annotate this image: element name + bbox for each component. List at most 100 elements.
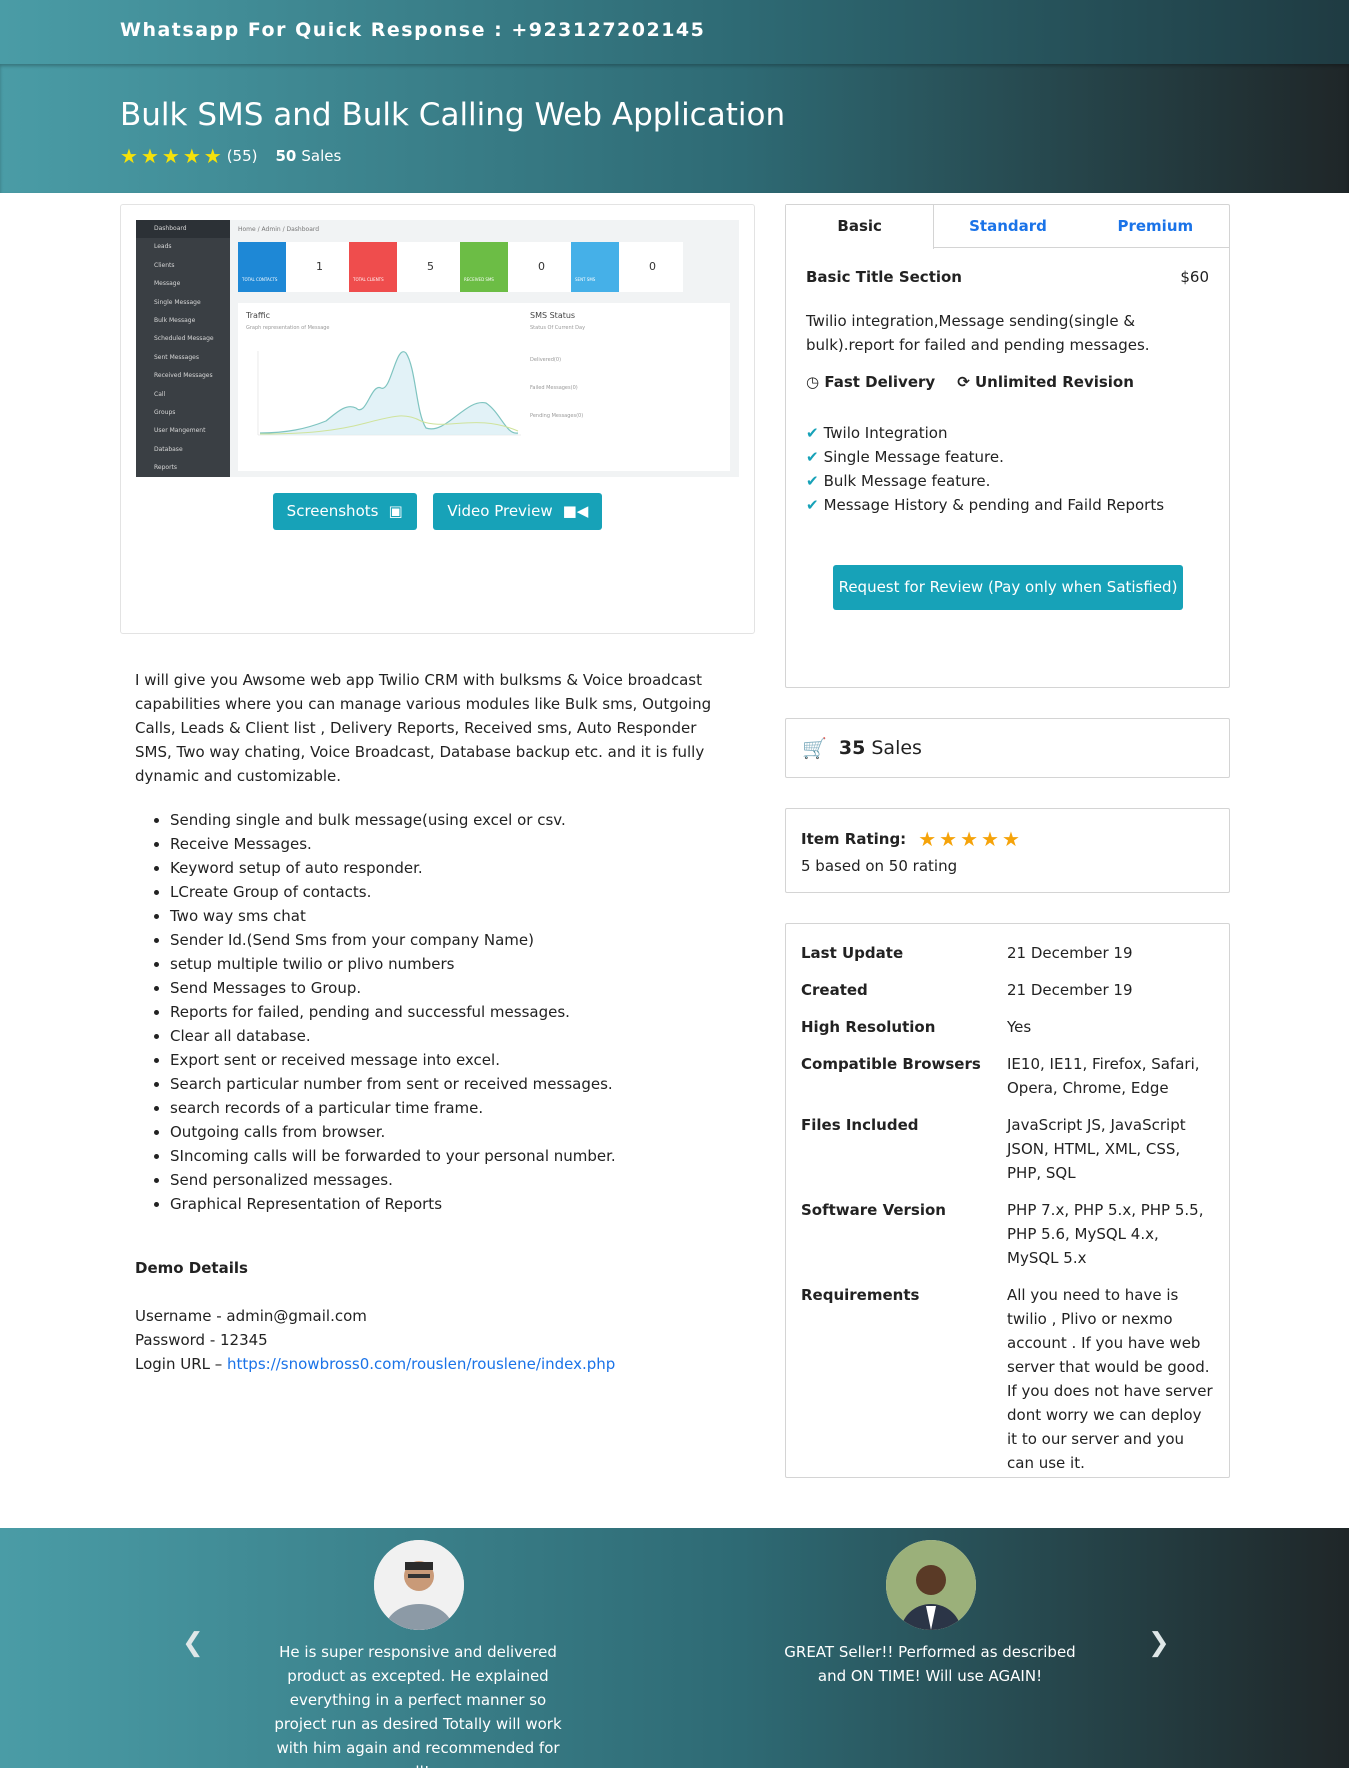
info-key: Files Included [801, 1116, 919, 1134]
screenshot-sidebar-item: Leads [154, 243, 172, 251]
tab-basic[interactable]: Basic [786, 205, 935, 249]
sales-label: Sales [301, 147, 342, 165]
pricing-card: Basic Standard Premium Basic Title Secti… [785, 204, 1230, 688]
feature-item: Sending single and bulk message(using ex… [170, 808, 735, 832]
package-item: ✔ Twilo Integration [806, 421, 1164, 445]
info-row: High Resolution Yes [801, 1015, 1214, 1039]
feature-item: Sender Id.(Send Sms from your company Na… [170, 928, 735, 952]
demo-details: Username - admin@gmail.com Password - 12… [135, 1304, 735, 1376]
screenshot-sidebar-item: Bulk Message [154, 316, 196, 324]
login-url-link[interactable]: https://snowbross0.com/rouslen/rouslene/… [227, 1355, 615, 1373]
testimonials-carousel: ❮ He is super responsive and delivered p… [0, 1528, 1349, 1781]
package-item-label: Message History & pending and Faild Repo… [823, 496, 1165, 514]
check-icon: ✔ [806, 448, 819, 466]
check-icon: ✔ [806, 472, 819, 490]
sales-text: Sales [871, 737, 922, 759]
refresh-icon: ⟳ [957, 373, 970, 391]
feature-item: LCreate Group of contacts. [170, 880, 735, 904]
info-value: Yes [1007, 1018, 1032, 1036]
screenshot-main: Home / Admin / Dashboard TOTAL CONTACTS 1… [238, 220, 739, 477]
whatsapp-contact[interactable]: Whatsapp For Quick Response : +923127202… [120, 19, 705, 41]
info-value: PHP 7.x, PHP 5.x, PHP 5.5, PHP 5.6, MySQ… [1007, 1201, 1204, 1267]
tab-premium[interactable]: Premium [1082, 205, 1229, 247]
package-item: ✔ Bulk Message feature. [806, 469, 1164, 493]
item-info-table: Last Update 21 December 19 Created 21 Decem… [785, 923, 1230, 1478]
info-key: High Resolution [801, 1018, 936, 1036]
info-value: 21 December 19 [1007, 981, 1133, 999]
rating-summary: 5 based on 50 rating [801, 857, 958, 875]
check-icon: ✔ [806, 496, 819, 514]
package-title: Basic Title Section [806, 268, 962, 286]
screenshot-breadcrumb: Home / Admin / Dashboard [238, 226, 320, 233]
screenshot-sidebar: Dashboard Leads Clients Message Single Messa… [136, 220, 230, 477]
info-key: Compatible Browsers [801, 1055, 981, 1073]
screenshots-button[interactable]: Screenshots ▣ [272, 493, 417, 530]
traffic-graph [257, 351, 521, 436]
testimonial-text: GREAT Seller!! Performed as described an… [784, 1643, 1076, 1685]
screenshot-sidebar-item: User Mangement [154, 427, 206, 435]
revision-label: Unlimited Revision [975, 373, 1134, 391]
kpi-tile: TOTAL CONTACTS 1 [238, 242, 350, 292]
kpi-icon: TOTAL CONTACTS [238, 242, 286, 292]
info-key: Software Version [801, 1201, 946, 1219]
star-icon: ★ [1001, 827, 1020, 851]
hero-banner: Bulk SMS and Bulk Calling Web Applicatio… [0, 64, 1349, 193]
avatar [886, 1540, 976, 1630]
package-item-label: Bulk Message feature. [823, 472, 991, 490]
star-icon: ★ [939, 827, 958, 851]
carousel-prev-icon[interactable]: ❮ [182, 1628, 204, 1658]
check-icon: ✔ [806, 424, 819, 442]
package-item: ✔ Message History & pending and Faild Rep… [806, 493, 1164, 517]
screenshot-sidebar-item: Reports [154, 464, 178, 472]
feature-item: Outgoing calls from browser. [170, 1120, 735, 1144]
tab-standard[interactable]: Standard [934, 205, 1081, 247]
feature-list: Sending single and bulk message(using ex… [170, 808, 735, 1216]
video-preview-button[interactable]: Video Preview ■◀ [433, 493, 603, 530]
kpi-icon: RECEIVED SMS [460, 242, 508, 292]
feature-item: Export sent or received message into exc… [170, 1048, 735, 1072]
info-row: Last Update 21 December 19 [801, 941, 1214, 965]
star-icon: ★ [182, 144, 201, 168]
app-screenshot[interactable]: Dashboard Leads Clients Message Single Messa… [136, 220, 739, 477]
feature-item: Receive Messages. [170, 832, 735, 856]
package-item-label: Twilo Integration [823, 424, 948, 442]
delivery-label: Fast Delivery [824, 373, 936, 391]
feature-item: Keyword setup of auto responder. [170, 856, 735, 880]
screenshot-sidebar-item: Received Messages [154, 372, 213, 380]
package-items: ✔ Twilo Integration ✔ Single Message featur… [806, 421, 1164, 517]
kpi-value: 1 [316, 260, 323, 273]
description-intro: I will give you Awsome web app Twilio CR… [135, 671, 712, 785]
rating-row: Item Rating: ★ ★ ★ ★ ★ [801, 827, 1214, 851]
info-value: IE10, IE11, Firefox, Safari, Opera, Chro… [1007, 1055, 1200, 1097]
kpi-label: RECEIVED SMS [464, 277, 494, 282]
screenshot-sidebar-item: Message [154, 280, 181, 288]
kpi-label: TOTAL CLIENTS [353, 277, 384, 282]
status-item: Failed Messages(0) [530, 385, 578, 391]
rating-count: (55) [226, 147, 258, 165]
screenshots-label: Screenshots [286, 502, 379, 520]
kpi-value: 0 [649, 260, 656, 273]
info-value: 21 December 19 [1007, 944, 1133, 962]
screenshot-sidebar-item: Dashboard [136, 220, 230, 239]
star-icon: ★ [960, 827, 978, 851]
screenshot-sidebar-item: Groups [154, 408, 176, 416]
info-row: Requirements All you need to have is twil… [801, 1283, 1214, 1475]
hero-rating: ★ ★ ★ ★ ★ (55) 50 Sales [120, 144, 341, 168]
star-icon: ★ [918, 827, 937, 851]
sales-box: 🛒 35 Sales [785, 718, 1230, 778]
package-header: Basic Title Section $60 [806, 268, 1209, 286]
avatar [374, 1540, 464, 1630]
info-value: All you need to have is twilio , Plivo o… [1007, 1286, 1213, 1472]
traffic-panel: Traffic Graph representation of Message … [238, 303, 730, 471]
carousel-next-icon[interactable]: ❯ [1148, 1628, 1170, 1658]
feature-item: search records of a particular time fram… [170, 1096, 735, 1120]
kpi-value: 5 [427, 260, 434, 273]
package-description: Twilio integration,Message sending(singl… [806, 312, 1150, 354]
request-review-button[interactable]: Request for Review (Pay only when Satisf… [833, 565, 1183, 610]
reviewer-photo [374, 1540, 464, 1630]
fast-delivery: ◷ Fast Delivery [806, 373, 935, 391]
rating-box: Item Rating: ★ ★ ★ ★ ★ 5 based on 50 rat… [785, 808, 1230, 893]
package-item-label: Single Message feature. [823, 448, 1004, 466]
kpi-value: 0 [538, 260, 545, 273]
info-value: JavaScript JS, JavaScript JSON, HTML, XM… [1007, 1116, 1186, 1182]
